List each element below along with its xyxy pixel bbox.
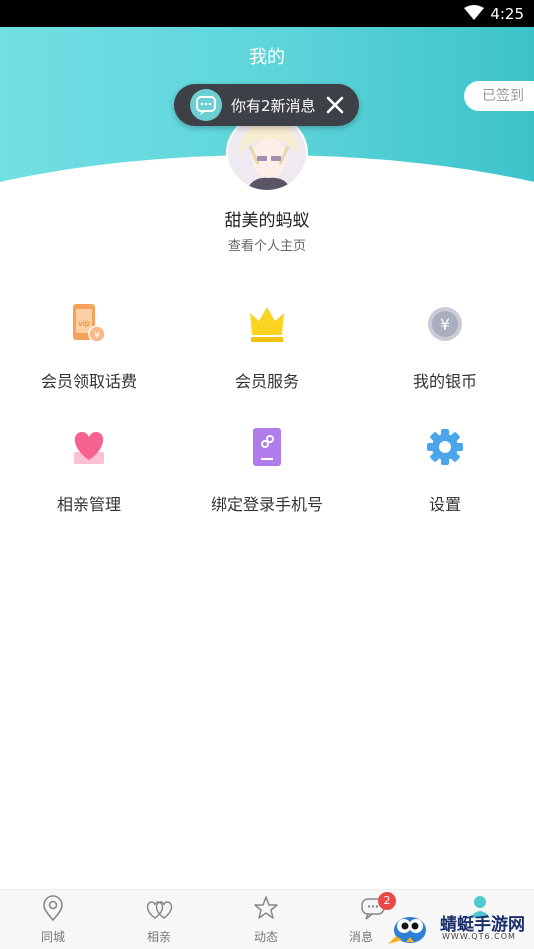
tab-label: 同城 bbox=[40, 930, 65, 944]
menu-item-vip-phone[interactable]: vip ¥ 会员领取话费 bbox=[0, 301, 178, 411]
wifi-icon bbox=[464, 5, 484, 20]
toast-text: 你有2新消息 bbox=[231, 97, 316, 115]
watermark: 蜻蜓手游网 WWW.QT6.COM bbox=[384, 906, 534, 949]
tab-feed[interactable]: 动态 bbox=[213, 890, 319, 949]
menu-item-dating-management[interactable]: 相亲管理 bbox=[0, 424, 178, 534]
dragonfly-logo-icon bbox=[388, 917, 426, 944]
username: 甜美的蚂蚁 bbox=[224, 211, 310, 231]
menu-item-bind-phone[interactable]: 绑定登录手机号 bbox=[178, 424, 356, 534]
svg-text:vip: vip bbox=[78, 319, 90, 328]
tab-label: 相亲 bbox=[146, 930, 171, 944]
menu-label: 相亲管理 bbox=[56, 495, 121, 514]
tab-dating[interactable]: 相亲 bbox=[106, 890, 212, 949]
phone-link-icon bbox=[253, 428, 281, 466]
close-icon[interactable] bbox=[325, 95, 345, 115]
tab-nearby[interactable]: 同城 bbox=[0, 890, 106, 949]
menu-label: 会员领取话费 bbox=[40, 372, 137, 391]
star-icon bbox=[254, 896, 278, 919]
heart-icon bbox=[74, 432, 104, 464]
menu-label: 我的银币 bbox=[412, 372, 477, 391]
menu-label: 绑定登录手机号 bbox=[210, 495, 323, 514]
new-message-toast[interactable]: 你有2新消息 bbox=[174, 84, 359, 126]
vip-phone-icon: vip ¥ bbox=[73, 304, 106, 343]
status-bar: 4:25 bbox=[0, 0, 534, 27]
svg-text:¥: ¥ bbox=[440, 315, 450, 334]
silver-coin-icon: ¥ bbox=[428, 307, 462, 341]
crown-icon bbox=[250, 307, 284, 342]
svg-text:¥: ¥ bbox=[94, 331, 100, 341]
view-profile-link[interactable]: 查看个人主页 bbox=[0, 235, 534, 254]
page-title: 我的 bbox=[249, 47, 285, 68]
hearts-icon bbox=[146, 901, 173, 919]
gear-icon bbox=[427, 429, 463, 465]
status-time: 4:25 bbox=[490, 5, 524, 23]
menu-label: 设置 bbox=[428, 495, 461, 514]
watermark-url: WWW.QT6.COM bbox=[442, 932, 516, 941]
chat-bubble-icon bbox=[190, 89, 222, 121]
menu-item-vip-service[interactable]: 会员服务 bbox=[178, 301, 356, 411]
signin-button[interactable]: 已签到 bbox=[464, 81, 534, 111]
menu-label: 会员服务 bbox=[234, 372, 299, 391]
menu-item-settings[interactable]: 设置 bbox=[356, 424, 534, 534]
tab-label: 动态 bbox=[253, 930, 278, 944]
location-pin-icon bbox=[43, 895, 63, 922]
menu-item-silver-coins[interactable]: ¥ 我的银币 bbox=[356, 301, 534, 411]
